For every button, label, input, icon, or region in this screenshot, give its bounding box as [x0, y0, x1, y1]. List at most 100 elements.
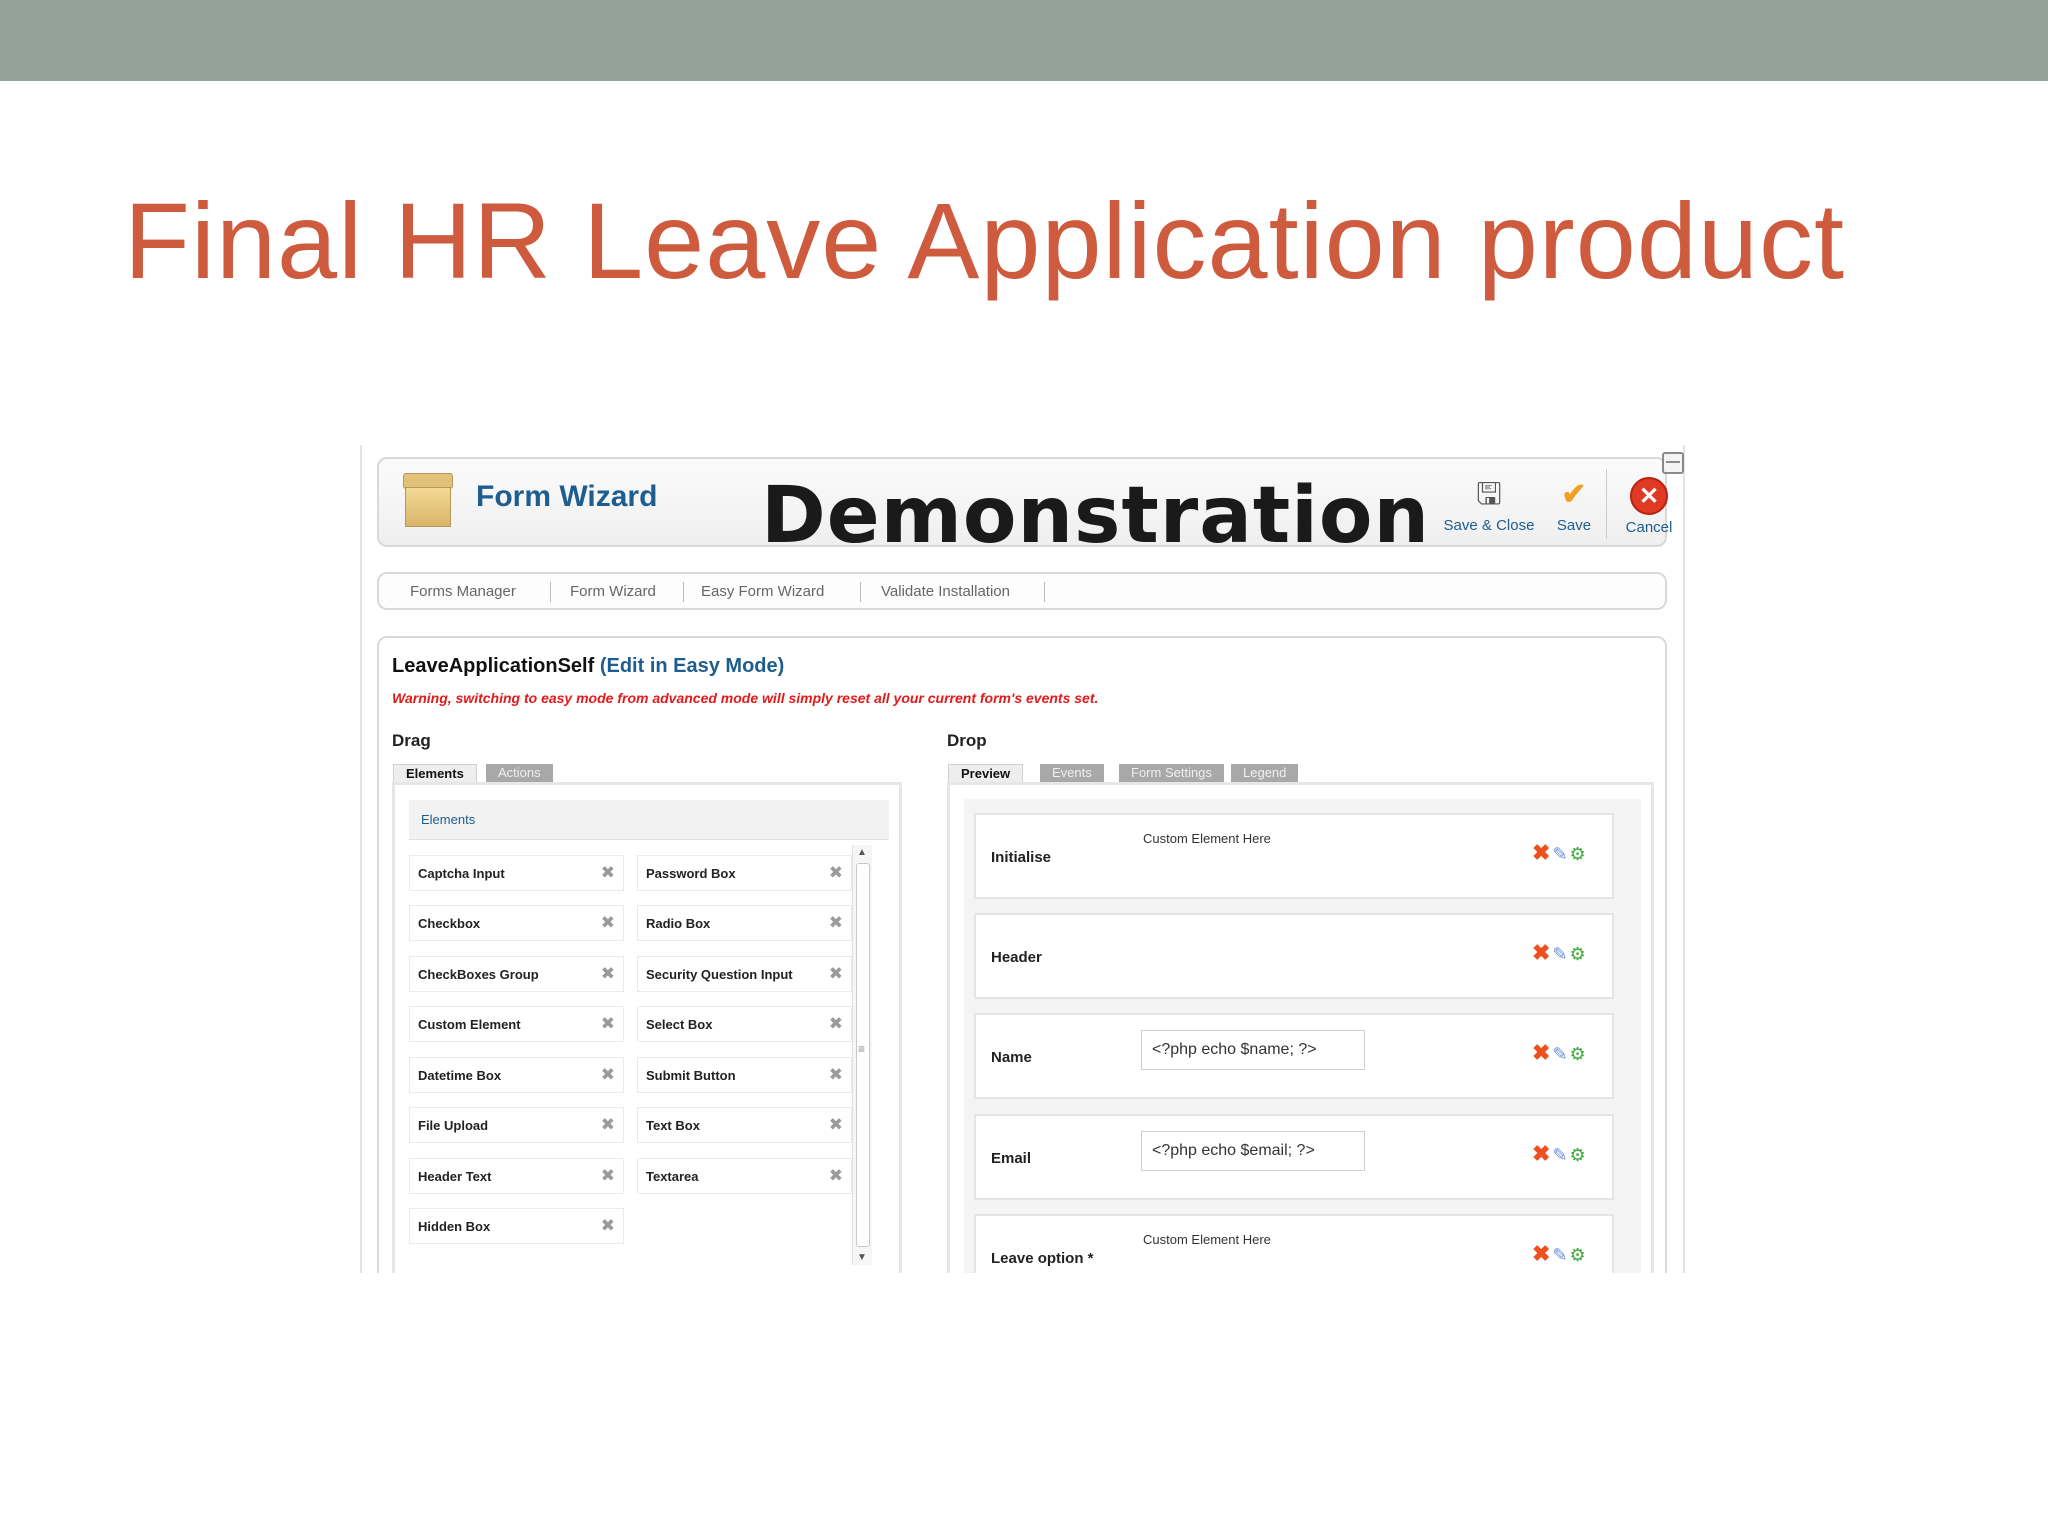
element-hidden-box[interactable]: Hidden Box ✖ — [409, 1208, 624, 1244]
nav-forms-manager[interactable]: Forms Manager — [410, 583, 516, 600]
toolbar: Form Wizard Demonstration 🖫 Save & Close… — [377, 457, 1672, 561]
move-icon: ✖ — [600, 1166, 615, 1185]
preview-row-leave-option[interactable]: Leave option * Custom Element Here ✖ ✎ ⚙ — [974, 1214, 1614, 1273]
drag-label: Drag — [392, 731, 431, 750]
drop-label: Drop — [947, 731, 987, 750]
scroll-thumb[interactable]: ≡ — [856, 863, 870, 1247]
scroll-up-arrow-icon[interactable]: ▲ — [857, 847, 867, 858]
save-close-button[interactable]: 🖫 Save & Close — [1439, 477, 1539, 534]
element-label: Datetime Box — [418, 1068, 502, 1083]
tab-legend[interactable]: Legend — [1231, 764, 1299, 782]
element-label: Custom Element — [418, 1017, 521, 1032]
preview-row-name[interactable]: Name <?php echo $name; ?> ✖ ✎ ⚙ — [974, 1013, 1614, 1099]
element-label: Header Text — [418, 1169, 492, 1184]
delete-x-icon[interactable]: ✖ — [1532, 841, 1550, 865]
scroll-down-arrow-icon[interactable]: ▼ — [857, 1252, 867, 1263]
preview-row-email[interactable]: Email <?php echo $email; ?> ✖ ✎ ⚙ — [974, 1114, 1614, 1200]
floppy-disk-icon: 🖫 — [1476, 478, 1502, 511]
element-checkboxes-group[interactable]: CheckBoxes Group ✖ — [409, 956, 624, 992]
nav-form-wizard[interactable]: Form Wizard — [570, 583, 656, 600]
email-field[interactable]: <?php echo $email; ?> — [1141, 1131, 1365, 1171]
elements-palette: Elements Captcha Input ✖ Checkbox ✖ CheckB… — [392, 782, 902, 1273]
element-header-text[interactable]: Header Text ✖ — [409, 1158, 624, 1194]
cancel-button[interactable]: ✕ Cancel — [1619, 477, 1679, 536]
slide-title: Final HR Leave Application product — [124, 180, 1845, 301]
form-wizard-screenshot: Form Wizard Demonstration 🖫 Save & Close… — [360, 445, 1685, 1273]
move-icon: ✖ — [600, 863, 615, 882]
edit-icon[interactable]: ✎ — [1552, 1042, 1567, 1066]
move-icon: ✖ — [600, 1065, 615, 1084]
cancel-label: Cancel — [1625, 519, 1673, 536]
slide-top-bar — [0, 0, 2048, 81]
settings-icon[interactable]: ⚙ — [1570, 1143, 1586, 1167]
settings-icon[interactable]: ⚙ — [1570, 942, 1586, 966]
element-label: Textarea — [646, 1169, 699, 1184]
element-file-upload[interactable]: File Upload ✖ — [409, 1107, 624, 1143]
row-actions: ✖ ✎ ⚙ — [1532, 1142, 1588, 1167]
preview-rows: Initialise Custom Element Here ✖ ✎ ⚙ Heade… — [964, 799, 1641, 1273]
element-radio-box[interactable]: Radio Box ✖ — [637, 905, 852, 941]
element-textarea[interactable]: Textarea ✖ — [637, 1158, 852, 1194]
save-button[interactable]: ✔ Save — [1544, 477, 1604, 534]
elements-heading-label: Elements — [421, 812, 476, 827]
elements-scrollbar[interactable]: ▲ ≡ ▼ — [852, 845, 872, 1265]
cancel-circle-icon: ✕ — [1630, 477, 1668, 515]
name-field[interactable]: <?php echo $name; ?> — [1141, 1030, 1365, 1070]
move-icon: ✖ — [600, 1014, 615, 1033]
delete-x-icon[interactable]: ✖ — [1532, 941, 1550, 965]
row-label: Leave option * — [991, 1250, 1094, 1267]
edit-icon[interactable]: ✎ — [1552, 842, 1567, 866]
element-label: File Upload — [418, 1118, 489, 1133]
element-password-box[interactable]: Password Box ✖ — [637, 855, 852, 891]
row-label: Header — [991, 949, 1042, 966]
demonstration-label: Demonstration — [761, 471, 1430, 561]
edit-icon[interactable]: ✎ — [1552, 1243, 1567, 1267]
preview-row-initialise[interactable]: Initialise Custom Element Here ✖ ✎ ⚙ — [974, 813, 1614, 899]
element-checkbox[interactable]: Checkbox ✖ — [409, 905, 624, 941]
tab-form-settings[interactable]: Form Settings — [1119, 764, 1224, 782]
custom-element-text: Custom Element Here — [1143, 831, 1271, 846]
row-actions: ✖ ✎ ⚙ — [1532, 941, 1588, 966]
element-captcha-input[interactable]: Captcha Input ✖ — [409, 855, 624, 891]
tab-actions[interactable]: Actions — [486, 764, 553, 782]
delete-x-icon[interactable]: ✖ — [1532, 1041, 1550, 1065]
nav-separator — [550, 582, 551, 602]
tab-preview[interactable]: Preview — [948, 764, 1024, 782]
nav-separator — [1044, 582, 1045, 602]
package-box-icon — [403, 473, 453, 529]
row-actions: ✖ ✎ ⚙ — [1532, 1242, 1588, 1267]
preview-row-header[interactable]: Header ✖ ✎ ⚙ — [974, 913, 1614, 999]
element-label: Password Box — [646, 866, 736, 881]
element-security-question-input[interactable]: Security Question Input ✖ — [637, 956, 852, 992]
mode-warning: Warning, switching to easy mode from adv… — [392, 690, 1099, 706]
element-custom-element[interactable]: Custom Element ✖ — [409, 1006, 624, 1042]
elements-heading: Elements — [409, 800, 889, 840]
move-icon: ✖ — [600, 1115, 615, 1134]
element-text-box[interactable]: Text Box ✖ — [637, 1107, 852, 1143]
row-actions: ✖ ✎ ⚙ — [1532, 841, 1588, 866]
nav-easy-form-wizard[interactable]: Easy Form Wizard — [701, 583, 824, 600]
window-restore-icon[interactable] — [1662, 452, 1684, 474]
settings-icon[interactable]: ⚙ — [1570, 842, 1586, 866]
element-label: Text Box — [646, 1118, 700, 1133]
element-submit-button[interactable]: Submit Button ✖ — [637, 1057, 852, 1093]
element-label: Radio Box — [646, 916, 711, 931]
nav-validate-installation[interactable]: Validate Installation — [881, 583, 1010, 600]
form-name: LeaveApplicationSelf — [392, 655, 595, 677]
element-datetime-box[interactable]: Datetime Box ✖ — [409, 1057, 624, 1093]
delete-x-icon[interactable]: ✖ — [1532, 1242, 1550, 1266]
move-icon: ✖ — [828, 913, 843, 932]
row-label: Name — [991, 1049, 1032, 1066]
settings-icon[interactable]: ⚙ — [1570, 1243, 1586, 1267]
move-icon: ✖ — [828, 964, 843, 983]
edit-icon[interactable]: ✎ — [1552, 1143, 1567, 1167]
edit-icon[interactable]: ✎ — [1552, 942, 1567, 966]
element-select-box[interactable]: Select Box ✖ — [637, 1006, 852, 1042]
delete-x-icon[interactable]: ✖ — [1532, 1142, 1550, 1166]
tab-events[interactable]: Events — [1040, 764, 1104, 782]
settings-icon[interactable]: ⚙ — [1570, 1042, 1586, 1066]
move-icon: ✖ — [600, 964, 615, 983]
edit-easy-mode-link[interactable]: (Edit in Easy Mode) — [600, 655, 784, 677]
move-icon: ✖ — [600, 1216, 615, 1235]
tab-elements[interactable]: Elements — [393, 764, 477, 782]
